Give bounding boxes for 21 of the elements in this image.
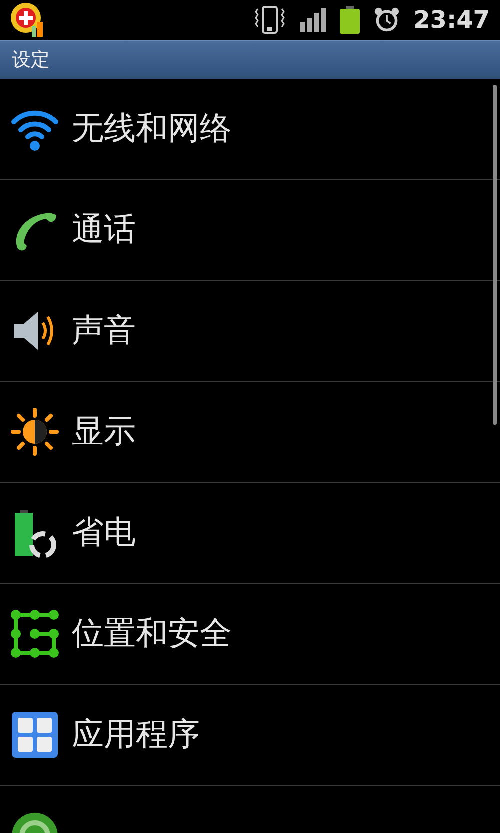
item-label: 显示 xyxy=(72,411,136,452)
item-label: 通话 xyxy=(72,209,136,250)
alarm-icon xyxy=(374,7,400,33)
vibrate-icon xyxy=(254,5,286,35)
settings-item[interactable]: 应用程序 xyxy=(0,685,500,786)
item-label: 声音 xyxy=(72,310,136,351)
settings-item[interactable]: 省电 xyxy=(0,483,500,584)
settings-item[interactable]: 位置和安全 xyxy=(0,584,500,685)
item-label: 应用程序 xyxy=(72,714,200,755)
apps-grid-icon xyxy=(10,710,60,760)
pattern-lock-icon xyxy=(10,609,60,659)
signal-icon xyxy=(300,8,326,32)
app-icon[interactable] xyxy=(10,2,46,38)
screen-title: 设定 xyxy=(12,48,50,73)
battery-icon xyxy=(340,6,360,34)
item-label: 位置和安全 xyxy=(72,613,232,654)
item-label: 无线和网络 xyxy=(72,108,232,149)
item-label: 省电 xyxy=(72,512,136,553)
status-time: 23:47 xyxy=(414,6,490,34)
sun-icon xyxy=(10,407,60,457)
scrollbar[interactable] xyxy=(493,85,497,425)
